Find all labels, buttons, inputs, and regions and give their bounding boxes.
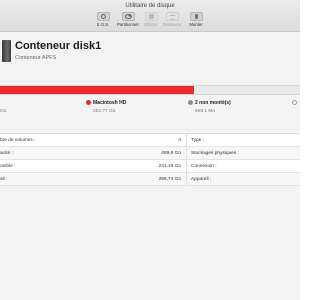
row-value: 258,74 Go xyxy=(158,176,181,182)
erase-icon xyxy=(144,12,158,21)
first-aid-button[interactable]: S.O.S. xyxy=(90,12,116,27)
legend-item-unmounted: 2 non monté(s) xyxy=(188,100,231,106)
restore-label: Restaurer xyxy=(162,22,182,27)
table-cell: acité : 499,9 Go xyxy=(0,147,187,159)
disk-utility-window: Utilitaire de disque S.O.S. Partitionner… xyxy=(0,0,300,300)
mount-icon xyxy=(189,12,203,21)
window-title: Utilitaire de disque xyxy=(125,3,175,9)
legend-size-macintosh-hd: 252,77 Go xyxy=(93,109,116,114)
table-row: acité : 499,9 Go Stockages physiques : xyxy=(0,147,300,160)
restore-button[interactable]: Restaurer xyxy=(159,12,185,27)
row-value: 499,9 Go xyxy=(161,150,181,156)
usage-bar xyxy=(0,85,300,95)
legend-dot-white xyxy=(292,100,297,106)
row-key: acité : xyxy=(0,150,13,156)
mount-label: Monter xyxy=(189,22,203,27)
page-subtitle: Conteneur APFS xyxy=(15,55,57,61)
legend-item-free xyxy=(292,100,299,106)
legend-dot-gray xyxy=(188,100,193,106)
legend-item-macintosh-hd: Macintosh HD xyxy=(86,100,126,106)
info-table: bre de volumes : 4 Type : acité : 499,9 … xyxy=(0,133,300,186)
table-cell: sé : 258,74 Go xyxy=(0,173,187,185)
pie-icon xyxy=(121,12,135,21)
table-cell: Stockages physiques : xyxy=(187,147,300,159)
page-title: Conteneur disk1 xyxy=(15,40,102,52)
row-key: bre de volumes : xyxy=(0,137,36,143)
table-row: sé : 258,74 Go Appareil : xyxy=(0,173,300,186)
row-value: 4 xyxy=(178,137,181,143)
table-row: bre de volumes : 4 Type : xyxy=(0,134,300,147)
row-key: Connexion : xyxy=(191,163,217,169)
mount-button[interactable]: Monter xyxy=(183,12,209,27)
row-key: Stockages physiques : xyxy=(191,150,239,156)
legend-name-macintosh-hd: Macintosh HD xyxy=(93,100,127,106)
restore-icon xyxy=(165,12,179,21)
legend-name-unmounted: 2 non monté(s) xyxy=(195,100,231,106)
first-aid-label: S.O.S. xyxy=(96,22,110,27)
table-cell: Connexion : xyxy=(187,160,300,172)
row-key: onible : xyxy=(0,163,16,169)
legend-size-unmounted: 658,1 Mo xyxy=(195,109,216,114)
stethoscope-icon xyxy=(96,12,110,21)
disk-icon xyxy=(2,40,11,62)
usage-bar-used xyxy=(0,86,194,94)
row-key: Type : xyxy=(191,137,205,143)
row-key: sé : xyxy=(0,176,8,182)
legend-dot-red xyxy=(86,100,91,106)
table-cell: Type : xyxy=(187,134,300,146)
legend-size-free: Go xyxy=(0,109,7,114)
table-row: onible : 241,18 Go Connexion : xyxy=(0,160,300,173)
row-key: Appareil : xyxy=(191,176,212,182)
toolbar: Utilitaire de disque S.O.S. Partitionner… xyxy=(0,0,300,32)
table-cell: onible : 241,18 Go xyxy=(0,160,187,172)
table-cell: Appareil : xyxy=(187,173,300,185)
table-cell: bre de volumes : 4 xyxy=(0,134,187,146)
row-value: 241,18 Go xyxy=(158,163,181,169)
